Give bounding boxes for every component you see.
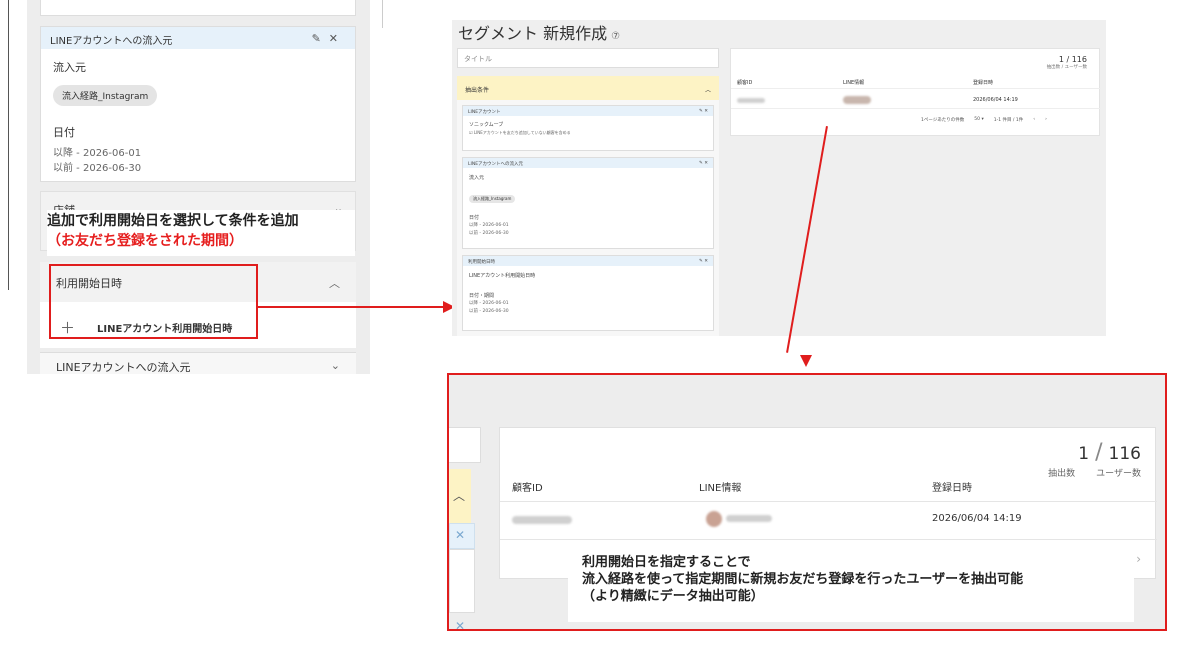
table-header: 顧客ID LINE情報 登録日時 <box>500 470 1157 502</box>
close-icon[interactable]: ✕ <box>704 259 708 264</box>
arrow-right <box>258 306 446 308</box>
result-count: 1 / 116 抽出数 / ユーザー数 <box>1046 55 1087 70</box>
divider-line <box>8 0 9 290</box>
registered-datetime: 2026/06/04 14:19 <box>932 513 1022 524</box>
chevron-up-icon: ︿ <box>453 489 466 503</box>
previous-card <box>40 0 356 16</box>
line-name-blurred <box>726 515 772 522</box>
condition-card-line-account: LINEアカウント ✎ ✕ ソニックムーブ ☑ LINEアカウントを友だち追加して… <box>462 105 714 151</box>
callout-line-2: （お友だち登録をされた期間） <box>47 233 243 249</box>
col-line-info: LINE情報 <box>843 80 865 86</box>
page-title: セグメント 新規作成 ⑦ <box>458 24 621 43</box>
customer-id-blurred <box>512 516 572 524</box>
date-label: 日付 <box>469 215 480 221</box>
pagination: 1ページあたりの件数 50 ▾ 1-1 件目 / 1件 ‹ › <box>921 117 1047 123</box>
callout-explanation: 利用開始日を指定することで 流入経路を使って指定期間に新規お友だち登録を行ったユ… <box>568 542 1134 622</box>
registered-datetime: 2026/06/04 14:19 <box>973 97 1018 103</box>
extracted-count-label: 抽出数 <box>1046 65 1061 70</box>
edit-icon[interactable]: ✎ <box>699 259 703 264</box>
inflow-source-label: 流入元 <box>469 175 485 181</box>
date-period-label: 日付・期間 <box>469 293 495 299</box>
start-datetime-title: LINEアカウント利用開始日時 <box>469 273 536 279</box>
col-customer-id: 顧客ID <box>737 80 753 86</box>
per-page-select[interactable]: 50 ▾ <box>974 117 983 123</box>
condition-card-fragment <box>449 549 475 613</box>
inflow-condition-card: LINEアカウントへの流入元 ✎✕ 流入元 流入経路_Instagram 日付 … <box>40 26 356 182</box>
callout-add-condition: 追加で利用開始日を選択して条件を追加 （お友だち登録をされた期間） <box>47 210 355 256</box>
condition-header: LINEアカウント <box>468 110 501 115</box>
date-from: 以降 - 2026-06-01 <box>469 301 509 306</box>
title-input[interactable]: タイトル <box>457 48 719 68</box>
per-page-label: 1ページあたりの件数 <box>921 118 965 123</box>
checkbox-icon[interactable]: ☑ <box>469 130 473 135</box>
close-icon[interactable]: ✕ <box>704 161 708 166</box>
condition-header: 利用開始日時 <box>468 260 495 265</box>
inflow-source-chip: 流入経路_Instagram <box>469 195 516 203</box>
inflow-section-header[interactable]: LINEアカウントへの流入元 ⌄ <box>40 352 356 374</box>
date-from: 以降 - 2026-06-01 <box>469 223 509 228</box>
date-to: 以前 - 2026-06-30 <box>469 309 509 314</box>
extracted-count: 1 <box>1058 55 1064 64</box>
title-input-fragment <box>449 427 481 463</box>
account-name: ソニックムーブ <box>469 122 504 128</box>
callout-line-1: 利用開始日を指定することで <box>582 555 751 570</box>
callout-line-1: 追加で利用開始日を選択して条件を追加 <box>47 213 299 229</box>
customer-id-blurred <box>737 98 765 103</box>
edit-icon[interactable]: ✎ <box>312 32 329 45</box>
chevron-right-icon[interactable]: › <box>1045 117 1047 123</box>
col-line-info: LINE情報 <box>699 483 742 494</box>
date-label: 日付 <box>53 126 75 139</box>
condition-header: LINEアカウントへの流入元 <box>468 162 524 167</box>
chevron-down-icon: ⌄ <box>330 359 340 372</box>
highlight-box <box>49 264 258 339</box>
callout-line-3: （より精緻にデータ抽出可能） <box>582 589 764 604</box>
divider-line <box>382 0 383 28</box>
col-registered: 登録日時 <box>932 483 972 494</box>
chevron-up-icon: ︿ <box>329 277 340 290</box>
col-customer-id: 顧客ID <box>512 483 543 494</box>
table-row[interactable]: 2026/06/04 14:19 <box>500 502 1157 540</box>
close-icon[interactable]: ✕ <box>329 32 346 45</box>
user-count: 116 <box>1071 55 1087 64</box>
include-non-friends-label: LINEアカウントを友だち追加していない顧客を含める <box>473 130 571 135</box>
close-icon[interactable]: ✕ <box>455 619 465 629</box>
conditions-header[interactable]: 抽出条件 ︿ <box>457 76 719 100</box>
callout-line-2: 流入経路を使って指定期間に新規お友だち登録を行ったユーザーを抽出可能 <box>582 572 1024 587</box>
pager-text: 1-1 件目 / 1件 <box>993 118 1024 123</box>
condition-card-inflow: LINEアカウントへの流入元 ✎ ✕ 流入元 流入経路_Instagram 日付 … <box>462 157 714 249</box>
results-table-small: 1 / 116 抽出数 / ユーザー数 顧客ID LINE情報 登録日時 202… <box>730 48 1101 136</box>
zoom-highlight-box: ︿ ✕ ✕ 1/116 抽出数 ユーザー数 顧客ID LINE情報 登録日時 2… <box>447 373 1167 631</box>
date-from: 以降 - 2026-06-01 <box>53 148 142 159</box>
conditions-label: 抽出条件 <box>465 87 490 94</box>
avatar <box>843 96 871 104</box>
user-count-label: ユーザー数 <box>1064 65 1087 70</box>
condition-card-start-datetime: 利用開始日時 ✎ ✕ LINEアカウント利用開始日時 日付・期間 以降 - 202… <box>462 255 714 331</box>
date-to: 以前 - 2026-06-30 <box>469 231 509 236</box>
table-header: 顧客ID LINE情報 登録日時 <box>731 75 1101 89</box>
table-row[interactable]: 2026/06/04 14:19 <box>731 93 1101 109</box>
date-to: 以前 - 2026-06-30 <box>53 163 142 174</box>
inflow-source-label: 流入元 <box>53 61 86 74</box>
edit-icon[interactable]: ✎ <box>699 109 703 114</box>
inflow-source-chip: 流入経路_Instagram <box>53 85 158 106</box>
close-icon[interactable]: ✕ <box>704 109 708 114</box>
arrow-head-icon <box>800 355 812 367</box>
chevron-left-icon[interactable]: ‹ <box>1033 117 1035 123</box>
edit-icon[interactable]: ✎ <box>699 161 703 166</box>
inflow-section-title: LINEアカウントへの流入元 <box>56 361 191 374</box>
close-icon[interactable]: ✕ <box>455 528 465 542</box>
help-icon[interactable]: ⑦ <box>611 31 620 42</box>
col-registered: 登録日時 <box>973 80 994 86</box>
chevron-right-icon[interactable]: › <box>1136 552 1141 566</box>
conditions-area: LINEアカウント ✎ ✕ ソニックムーブ ☑ LINEアカウントを友だち追加して… <box>457 100 719 336</box>
inflow-condition-header: LINEアカウントへの流入元 ✎✕ <box>41 27 355 49</box>
chevron-up-icon: ︿ <box>704 87 711 94</box>
inflow-condition-title: LINEアカウントへの流入元 <box>50 36 173 47</box>
avatar <box>706 511 722 527</box>
